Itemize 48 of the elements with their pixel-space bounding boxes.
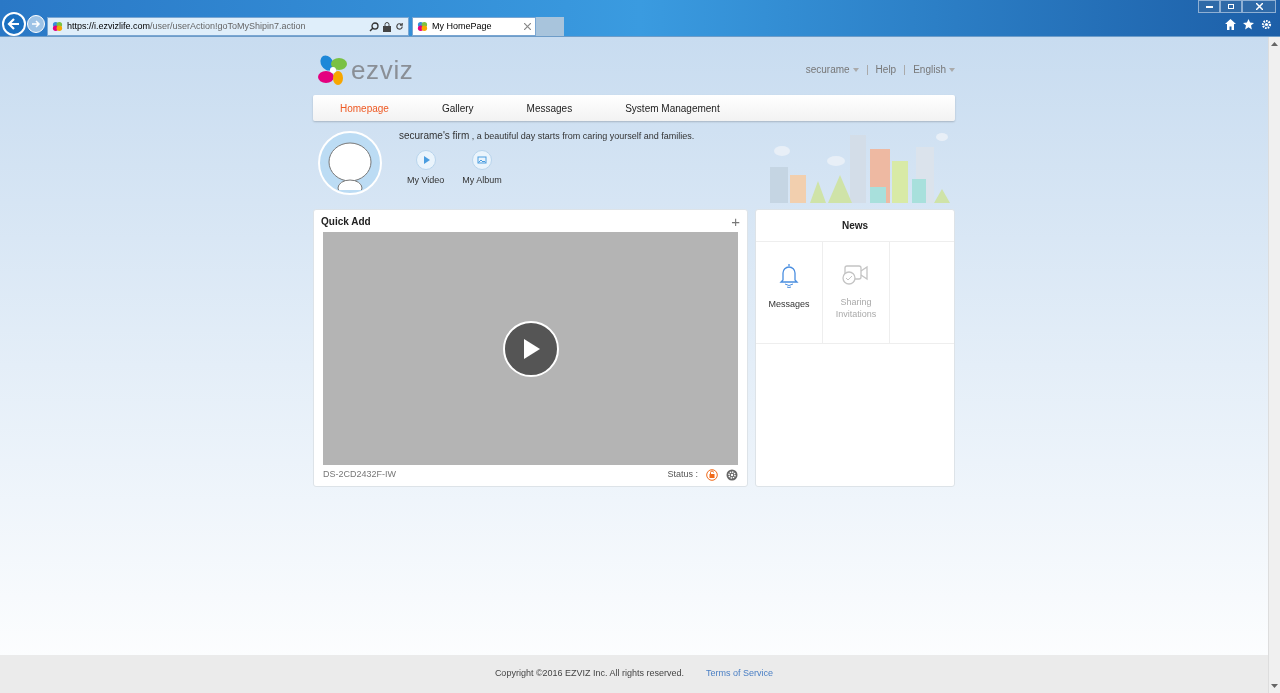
bell-icon	[778, 262, 800, 288]
profile-link[interactable]: My Video	[407, 149, 445, 187]
back-button[interactable]	[2, 12, 26, 36]
copyright-text: Copyright ©2016 EZVIZ Inc. All rights reserved.	[494, 667, 685, 681]
scrollbar[interactable]	[1268, 37, 1280, 693]
logo-text: ezviz	[351, 56, 414, 83]
site-icon	[417, 21, 428, 32]
logo-icon	[317, 53, 349, 86]
greeting-text: securame's firm , a beautiful day starts from caring yourself and families.	[399, 129, 695, 143]
minimize-button[interactable]	[1198, 0, 1220, 13]
nav-tab[interactable]: Gallery	[441, 100, 474, 116]
url-text: https://i.ezvizlife.com/user/userAction!goToMyShipin7.action	[67, 19, 307, 33]
forward-button[interactable]	[27, 15, 45, 33]
arrow-right-icon	[31, 19, 41, 29]
lock-status-icon	[706, 468, 718, 481]
status-label: Status :	[667, 468, 698, 481]
nav-tab[interactable]: System Management	[625, 100, 720, 116]
lock-icon	[383, 21, 391, 32]
image-icon	[472, 149, 493, 170]
news-item[interactable]: Messages	[756, 242, 823, 343]
address-bar[interactable]: https://i.ezvizlife.com/user/userAction!goToMyShipin7.action	[47, 17, 409, 36]
settings-icon[interactable]	[1261, 19, 1272, 30]
close-icon[interactable]	[524, 23, 531, 30]
star-icon[interactable]	[1243, 19, 1254, 30]
scroll-down-icon[interactable]	[1271, 684, 1278, 689]
card-title: News	[841, 219, 869, 233]
profile-link[interactable]: My Album	[462, 149, 502, 187]
browser-tab[interactable]: My HomePage	[412, 17, 536, 36]
add-button[interactable]: +	[731, 213, 740, 229]
close-icon	[1255, 3, 1263, 10]
scroll-up-icon[interactable]	[1271, 41, 1278, 46]
play-icon	[415, 149, 436, 170]
home-icon[interactable]	[1225, 19, 1236, 30]
tab-title: My HomePage	[432, 19, 493, 33]
terms-link[interactable]: Terms of Service	[706, 667, 774, 681]
caret-icon	[852, 67, 859, 72]
restore-button[interactable]	[1220, 0, 1242, 13]
search-icon[interactable]	[369, 21, 379, 32]
refresh-icon[interactable]	[395, 22, 404, 31]
site-icon	[52, 21, 63, 32]
device-name: DS-2CD2432F-IW	[323, 468, 396, 481]
nav-tab[interactable]: Messages	[526, 100, 573, 116]
caret-icon	[949, 67, 955, 72]
settings-icon[interactable]	[726, 468, 738, 481]
camera-check-icon	[841, 262, 871, 286]
card-title: Quick Add	[321, 214, 371, 229]
arrow-left-icon	[7, 17, 21, 31]
close-button[interactable]	[1242, 0, 1276, 13]
